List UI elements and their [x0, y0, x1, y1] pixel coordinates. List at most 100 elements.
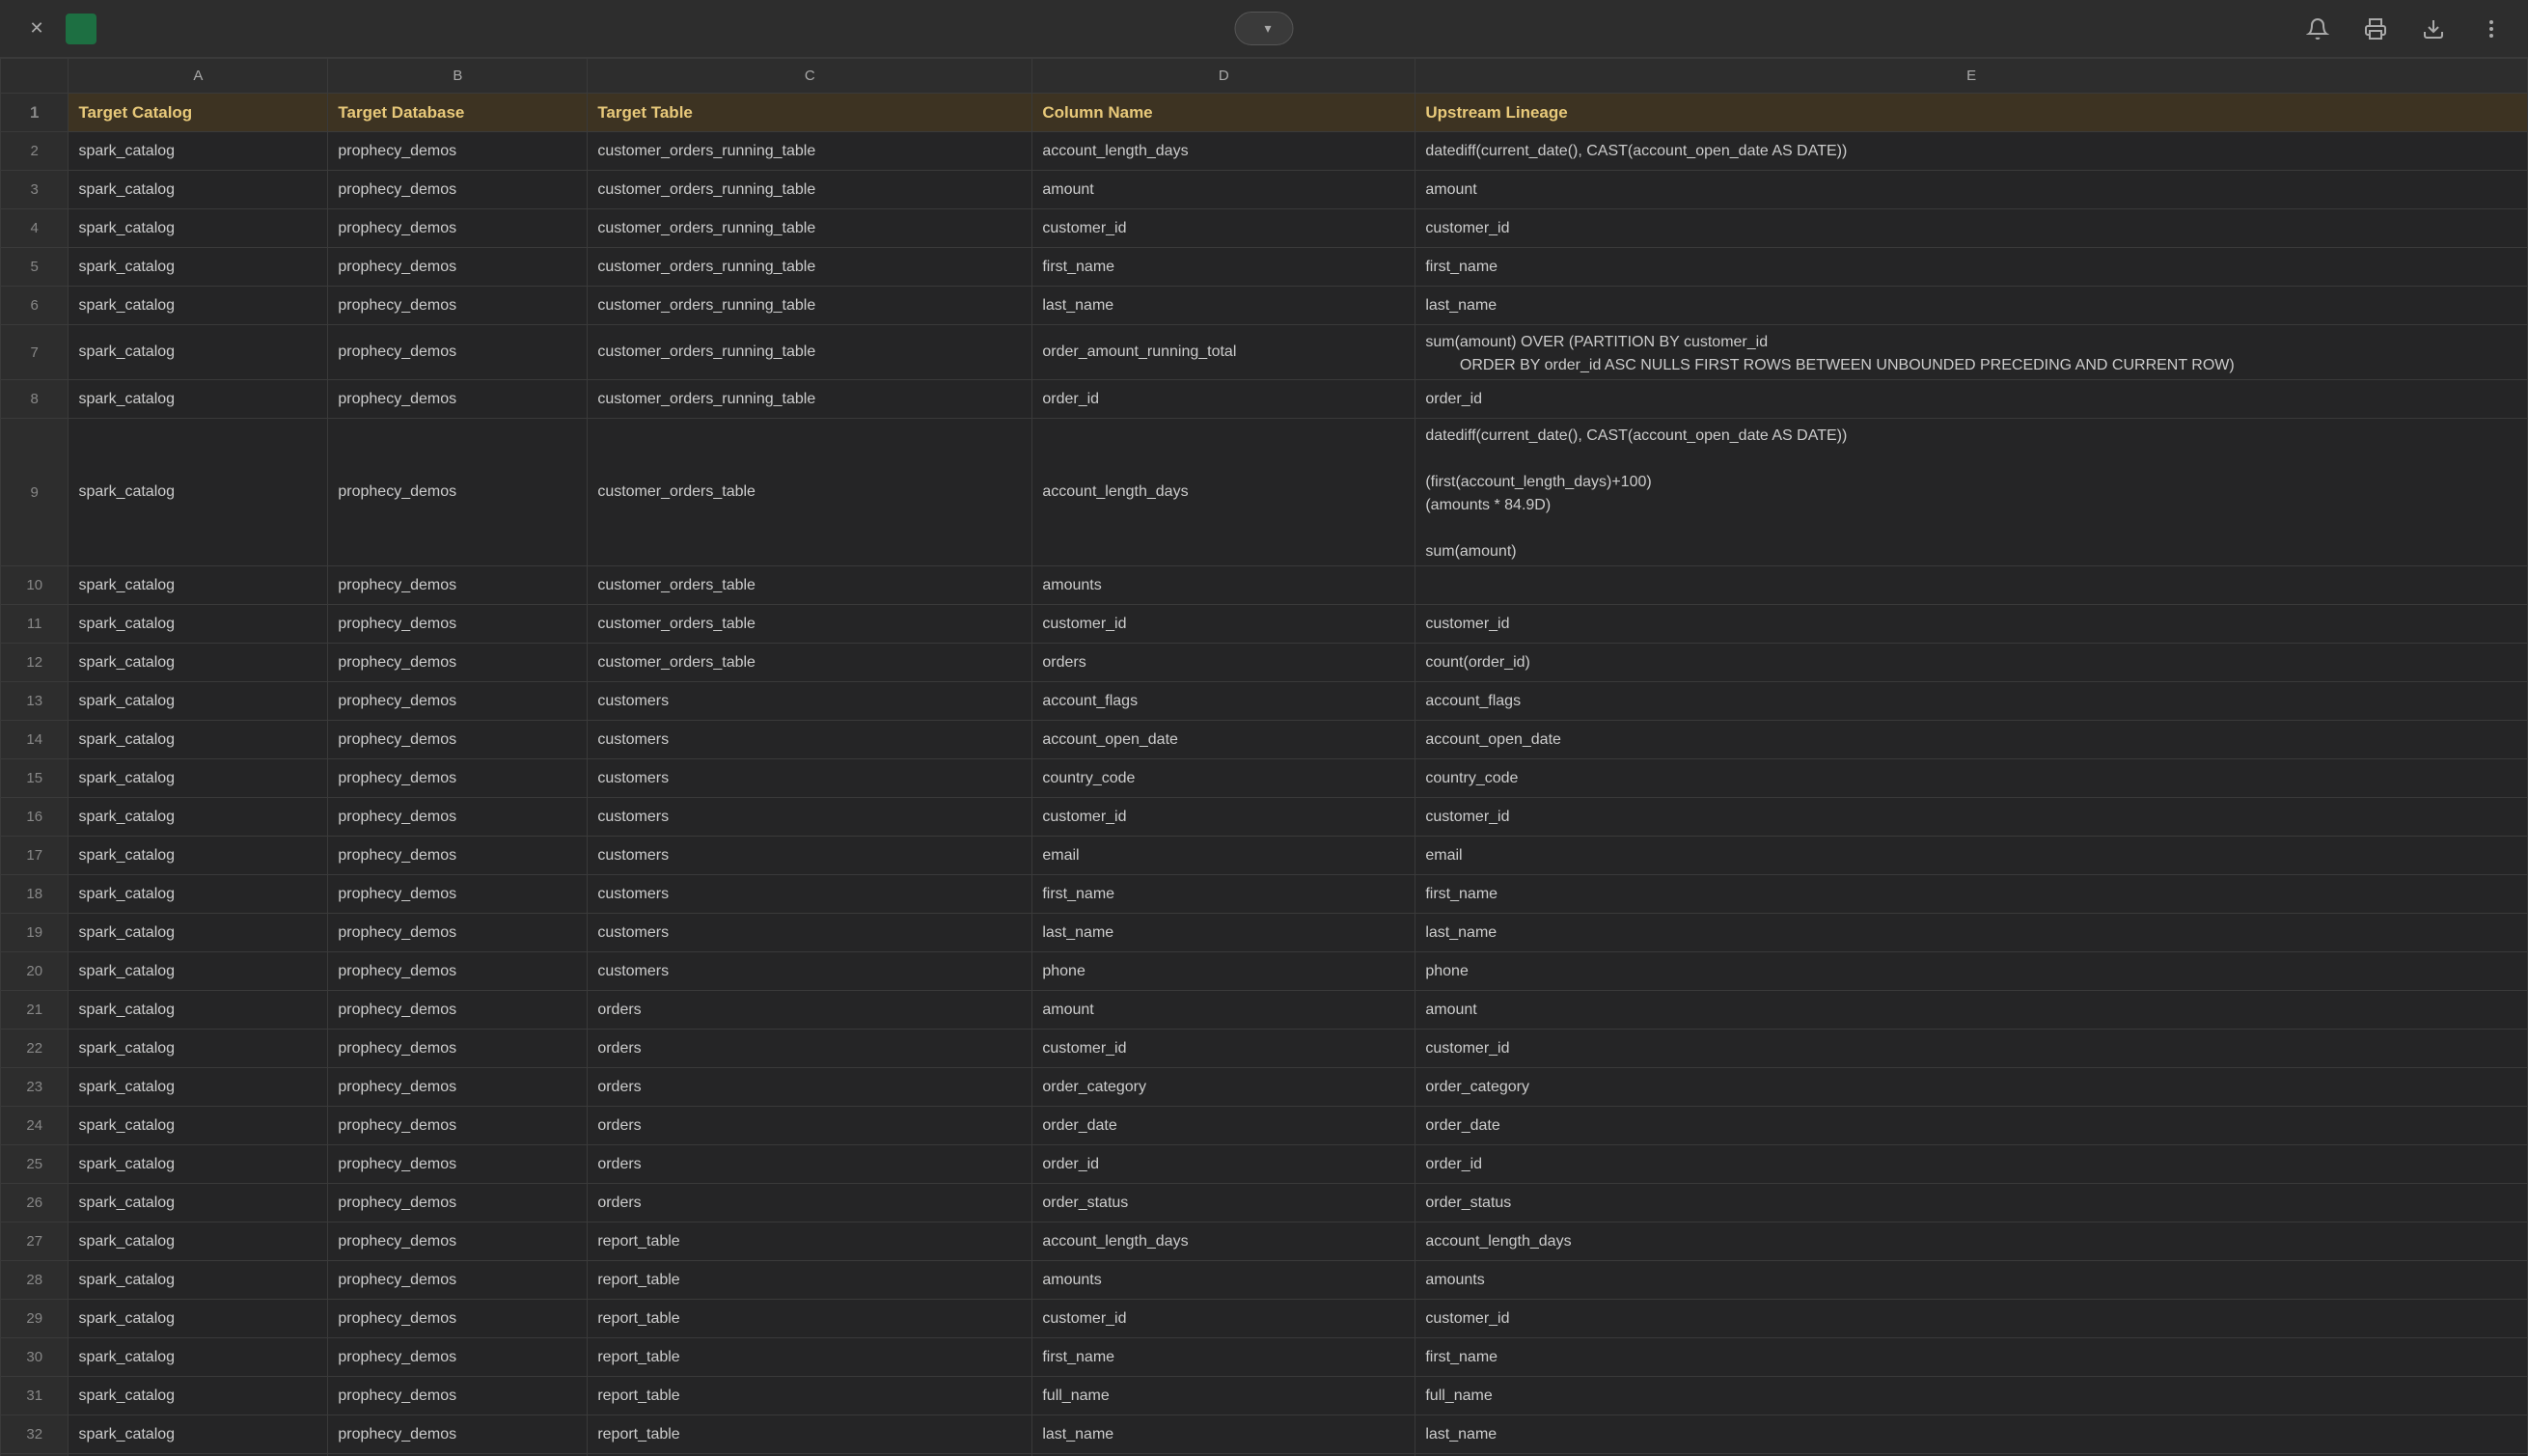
cell-11-E[interactable]: customer_id: [1415, 605, 2528, 644]
cell-28-B[interactable]: prophecy_demos: [328, 1261, 588, 1300]
cell-28-E[interactable]: amounts: [1415, 1261, 2528, 1300]
cell-5-E[interactable]: first_name: [1415, 248, 2528, 287]
cell-12-D[interactable]: orders: [1032, 644, 1415, 682]
cell-22-B[interactable]: prophecy_demos: [328, 1030, 588, 1068]
cell-5-C[interactable]: customer_orders_running_table: [588, 248, 1032, 287]
cell-16-D[interactable]: customer_id: [1032, 798, 1415, 837]
cell-25-D[interactable]: order_id: [1032, 1145, 1415, 1184]
col-header-B[interactable]: B: [328, 59, 588, 94]
cell-11-D[interactable]: customer_id: [1032, 605, 1415, 644]
cell-15-E[interactable]: country_code: [1415, 759, 2528, 798]
cell-30-B[interactable]: prophecy_demos: [328, 1338, 588, 1377]
cell-32-E[interactable]: last_name: [1415, 1415, 2528, 1454]
cell-15-A[interactable]: spark_catalog: [69, 759, 328, 798]
cell-14-A[interactable]: spark_catalog: [69, 721, 328, 759]
cell-30-A[interactable]: spark_catalog: [69, 1338, 328, 1377]
col-header-E[interactable]: E: [1415, 59, 2528, 94]
cell-31-B[interactable]: prophecy_demos: [328, 1377, 588, 1415]
cell-1-D[interactable]: Column Name: [1032, 94, 1415, 132]
cell-31-D[interactable]: full_name: [1032, 1377, 1415, 1415]
cell-18-E[interactable]: first_name: [1415, 875, 2528, 914]
cell-14-C[interactable]: customers: [588, 721, 1032, 759]
cell-9-E[interactable]: datediff(current_date(), CAST(account_op…: [1415, 419, 2528, 566]
cell-7-D[interactable]: order_amount_running_total: [1032, 325, 1415, 380]
cell-27-D[interactable]: account_length_days: [1032, 1222, 1415, 1261]
cell-6-A[interactable]: spark_catalog: [69, 287, 328, 325]
cell-30-E[interactable]: first_name: [1415, 1338, 2528, 1377]
cell-26-B[interactable]: prophecy_demos: [328, 1184, 588, 1222]
cell-2-B[interactable]: prophecy_demos: [328, 132, 588, 171]
cell-3-E[interactable]: amount: [1415, 171, 2528, 209]
cell-18-C[interactable]: customers: [588, 875, 1032, 914]
cell-1-B[interactable]: Target Database: [328, 94, 588, 132]
cell-15-B[interactable]: prophecy_demos: [328, 759, 588, 798]
cell-5-B[interactable]: prophecy_demos: [328, 248, 588, 287]
cell-24-A[interactable]: spark_catalog: [69, 1107, 328, 1145]
cell-11-A[interactable]: spark_catalog: [69, 605, 328, 644]
cell-21-E[interactable]: amount: [1415, 991, 2528, 1030]
cell-12-B[interactable]: prophecy_demos: [328, 644, 588, 682]
cell-25-B[interactable]: prophecy_demos: [328, 1145, 588, 1184]
cell-25-C[interactable]: orders: [588, 1145, 1032, 1184]
cell-14-B[interactable]: prophecy_demos: [328, 721, 588, 759]
cell-17-D[interactable]: email: [1032, 837, 1415, 875]
cell-16-A[interactable]: spark_catalog: [69, 798, 328, 837]
cell-27-C[interactable]: report_table: [588, 1222, 1032, 1261]
cell-23-A[interactable]: spark_catalog: [69, 1068, 328, 1107]
cell-2-E[interactable]: datediff(current_date(), CAST(account_op…: [1415, 132, 2528, 171]
cell-4-C[interactable]: customer_orders_running_table: [588, 209, 1032, 248]
cell-20-D[interactable]: phone: [1032, 952, 1415, 991]
cell-19-B[interactable]: prophecy_demos: [328, 914, 588, 952]
cell-19-C[interactable]: customers: [588, 914, 1032, 952]
cell-23-E[interactable]: order_category: [1415, 1068, 2528, 1107]
cell-21-D[interactable]: amount: [1032, 991, 1415, 1030]
cell-8-D[interactable]: order_id: [1032, 380, 1415, 419]
cell-29-C[interactable]: report_table: [588, 1300, 1032, 1338]
cell-6-B[interactable]: prophecy_demos: [328, 287, 588, 325]
cell-17-B[interactable]: prophecy_demos: [328, 837, 588, 875]
cell-24-D[interactable]: order_date: [1032, 1107, 1415, 1145]
cell-29-E[interactable]: customer_id: [1415, 1300, 2528, 1338]
cell-24-B[interactable]: prophecy_demos: [328, 1107, 588, 1145]
cell-28-A[interactable]: spark_catalog: [69, 1261, 328, 1300]
cell-18-A[interactable]: spark_catalog: [69, 875, 328, 914]
cell-6-C[interactable]: customer_orders_running_table: [588, 287, 1032, 325]
cell-12-A[interactable]: spark_catalog: [69, 644, 328, 682]
cell-32-D[interactable]: last_name: [1032, 1415, 1415, 1454]
close-button[interactable]: ✕: [19, 12, 54, 46]
cell-2-D[interactable]: account_length_days: [1032, 132, 1415, 171]
cell-10-C[interactable]: customer_orders_table: [588, 566, 1032, 605]
cell-11-B[interactable]: prophecy_demos: [328, 605, 588, 644]
cell-1-E[interactable]: Upstream Lineage: [1415, 94, 2528, 132]
cell-32-A[interactable]: spark_catalog: [69, 1415, 328, 1454]
cell-10-E[interactable]: [1415, 566, 2528, 605]
cell-29-B[interactable]: prophecy_demos: [328, 1300, 588, 1338]
cell-2-A[interactable]: spark_catalog: [69, 132, 328, 171]
cell-29-D[interactable]: customer_id: [1032, 1300, 1415, 1338]
cell-13-C[interactable]: customers: [588, 682, 1032, 721]
cell-1-C[interactable]: Target Table: [588, 94, 1032, 132]
cell-16-E[interactable]: customer_id: [1415, 798, 2528, 837]
cell-20-B[interactable]: prophecy_demos: [328, 952, 588, 991]
cell-14-E[interactable]: account_open_date: [1415, 721, 2528, 759]
cell-27-E[interactable]: account_length_days: [1415, 1222, 2528, 1261]
cell-26-C[interactable]: orders: [588, 1184, 1032, 1222]
cell-2-C[interactable]: customer_orders_running_table: [588, 132, 1032, 171]
cell-26-D[interactable]: order_status: [1032, 1184, 1415, 1222]
cell-21-B[interactable]: prophecy_demos: [328, 991, 588, 1030]
cell-17-C[interactable]: customers: [588, 837, 1032, 875]
print-icon[interactable]: [2358, 12, 2393, 46]
cell-28-D[interactable]: amounts: [1032, 1261, 1415, 1300]
cell-31-C[interactable]: report_table: [588, 1377, 1032, 1415]
cell-7-A[interactable]: spark_catalog: [69, 325, 328, 380]
cell-13-B[interactable]: prophecy_demos: [328, 682, 588, 721]
download-icon[interactable]: [2416, 12, 2451, 46]
cell-20-C[interactable]: customers: [588, 952, 1032, 991]
cell-23-D[interactable]: order_category: [1032, 1068, 1415, 1107]
cell-14-D[interactable]: account_open_date: [1032, 721, 1415, 759]
cell-32-C[interactable]: report_table: [588, 1415, 1032, 1454]
cell-5-D[interactable]: first_name: [1032, 248, 1415, 287]
cell-30-C[interactable]: report_table: [588, 1338, 1032, 1377]
cell-18-D[interactable]: first_name: [1032, 875, 1415, 914]
cell-16-C[interactable]: customers: [588, 798, 1032, 837]
